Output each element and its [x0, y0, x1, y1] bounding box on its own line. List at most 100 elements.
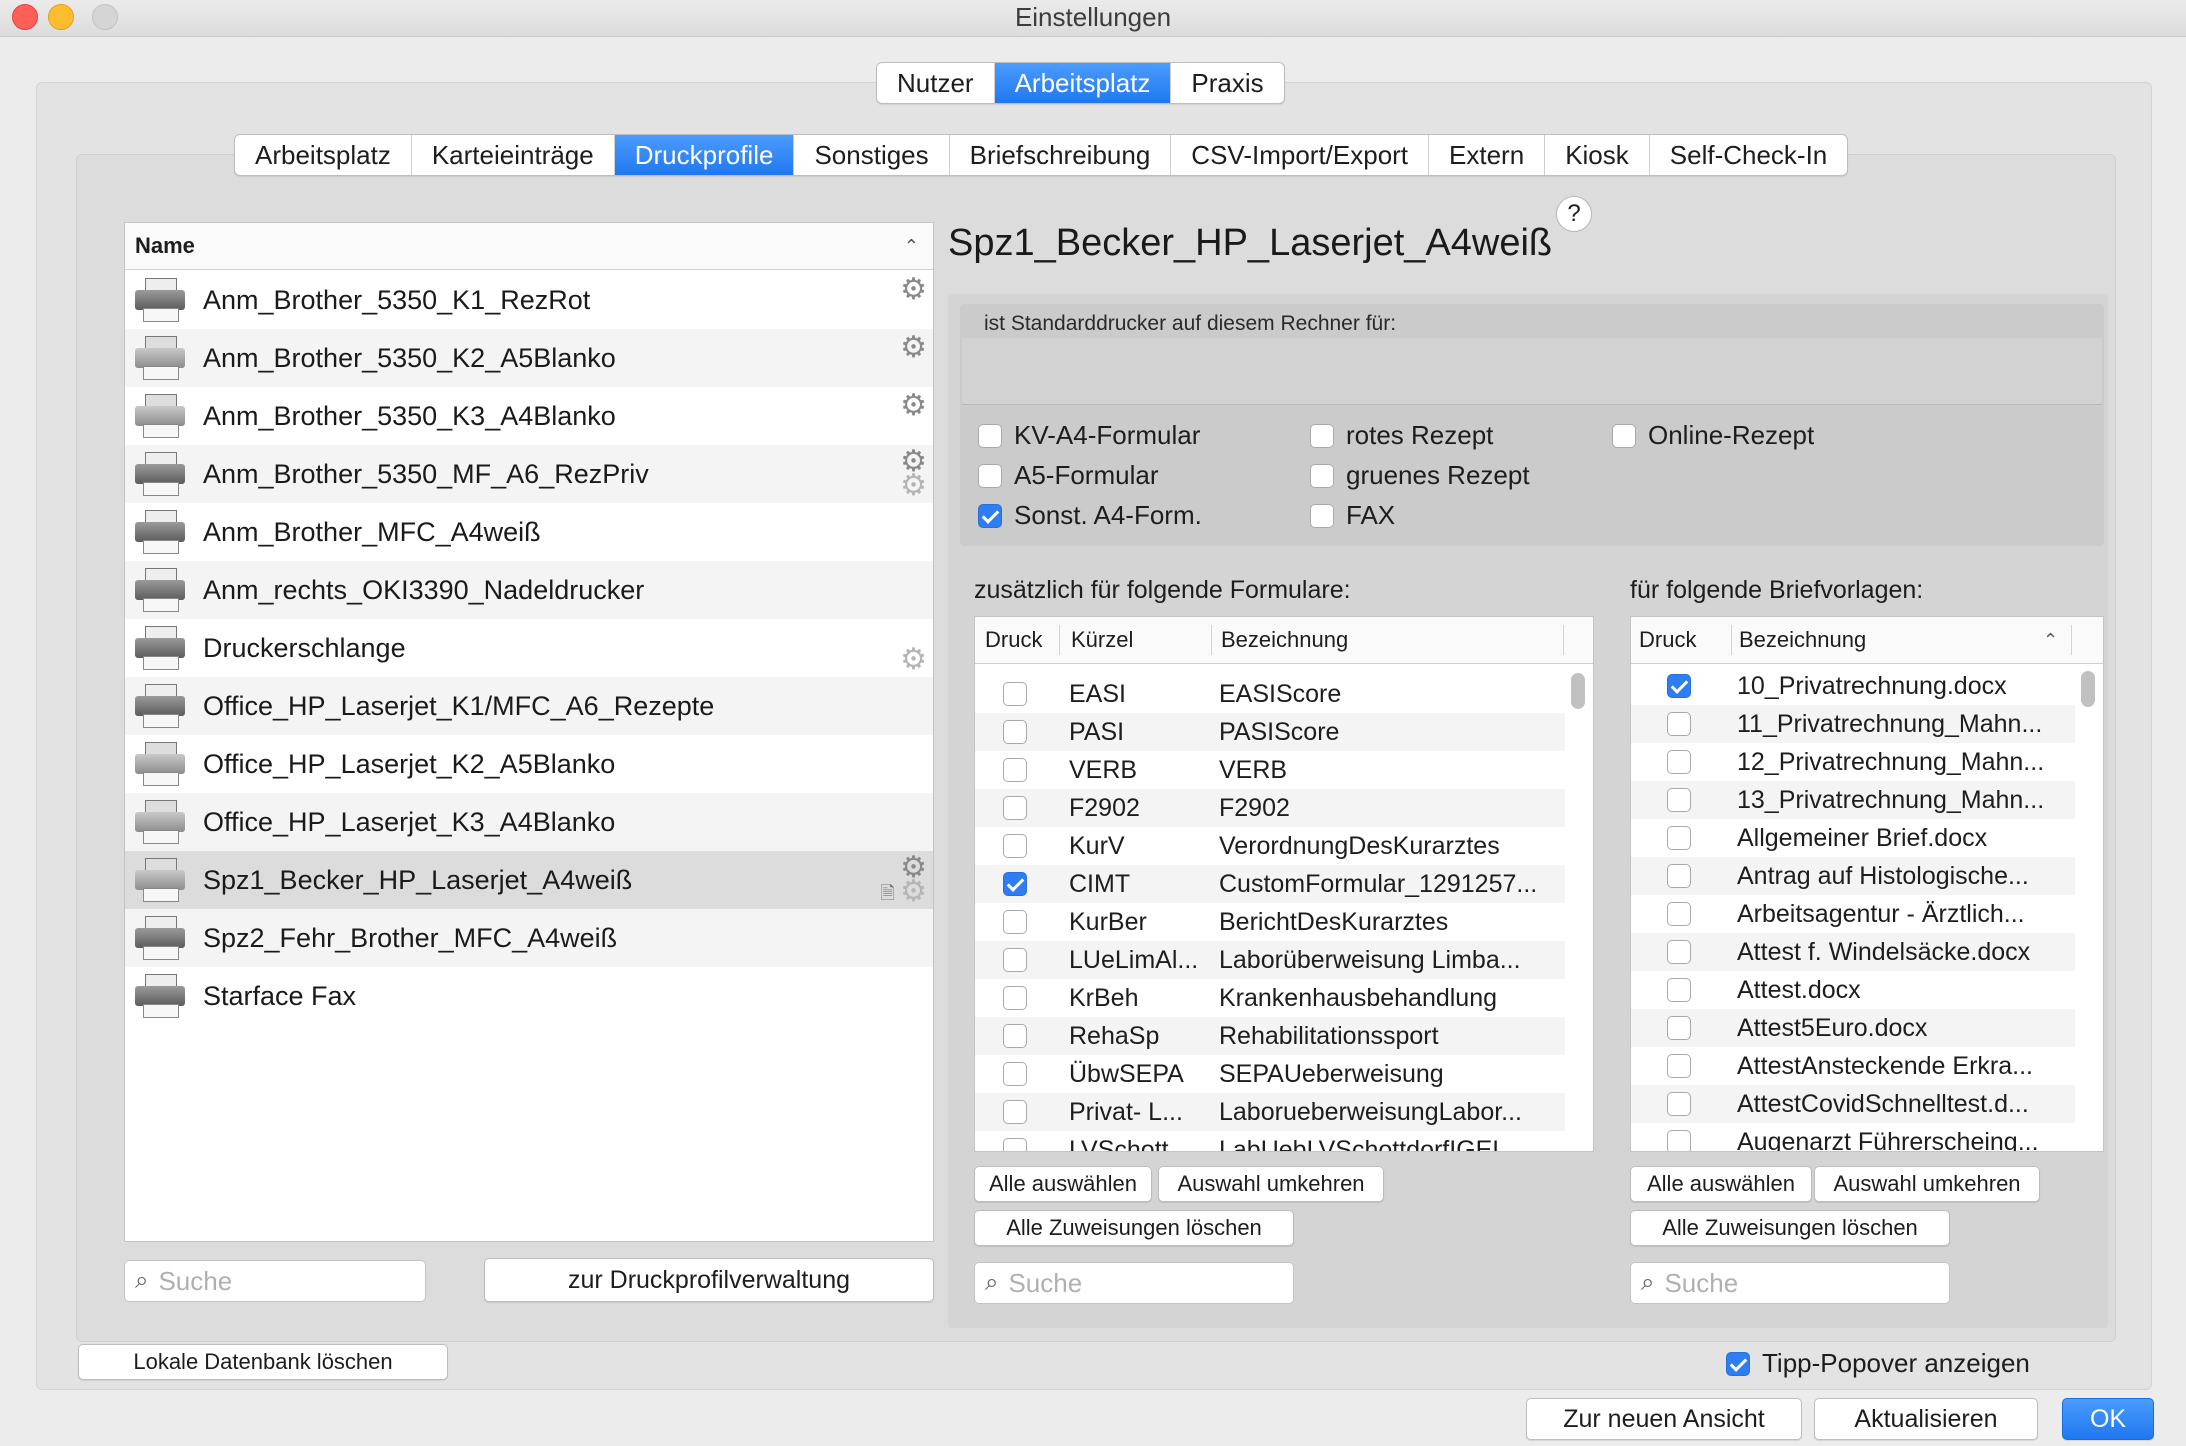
letters-row-checkbox[interactable] [1667, 674, 1691, 698]
letters-row[interactable]: Attest.docx [1631, 971, 2075, 1009]
forms-col-bezeichnung[interactable]: Bezeichnung [1221, 617, 1348, 663]
profile-list-header[interactable]: Name ⌃ [125, 223, 933, 270]
letters-col-bezeichnung[interactable]: Bezeichnung [1739, 617, 1866, 663]
forms-row-checkbox[interactable] [1003, 948, 1027, 972]
sub-tab-1[interactable]: Karteieinträge [412, 135, 615, 175]
profile-row[interactable]: Anm_Brother_5350_MF_A6_RezPriv ⚙ ⚙ [125, 445, 933, 503]
standard-option-checkbox[interactable] [1310, 463, 1334, 488]
letters-row-checkbox[interactable] [1667, 826, 1691, 850]
standard-option[interactable]: Sonst. A4-Form. [978, 500, 1202, 531]
forms-invert-button[interactable]: Auswahl umkehren [1158, 1166, 1384, 1202]
refresh-button[interactable]: Aktualisieren [1814, 1398, 2038, 1440]
standard-option[interactable]: rotes Rezept [1310, 420, 1493, 451]
forms-row-checkbox[interactable] [1003, 1024, 1027, 1048]
forms-col-kuerzel[interactable]: Kürzel [1071, 617, 1133, 663]
top-tab-0[interactable]: Nutzer [877, 63, 995, 103]
forms-row[interactable]: RehaSp Rehabilitationssport [975, 1017, 1565, 1055]
forms-row[interactable]: ÜbwSEPA SEPAUeberweisung [975, 1055, 1565, 1093]
profile-row[interactable]: Anm_Brother_5350_K3_A4Blanko ⚙ [125, 387, 933, 445]
profile-row[interactable]: Anm_Brother_MFC_A4weiß [125, 503, 933, 561]
standard-option[interactable]: KV-A4-Formular [978, 420, 1200, 451]
forms-row-checkbox[interactable] [1003, 1138, 1027, 1151]
tip-popover-checkbox[interactable] [1726, 1351, 1750, 1376]
letters-row[interactable]: Attest f. Windelsäcke.docx [1631, 933, 2075, 971]
sub-tab-6[interactable]: Extern [1429, 135, 1546, 175]
forms-row[interactable]: PASI PASIScore [975, 713, 1565, 751]
forms-scrollbar[interactable] [1571, 673, 1585, 709]
standard-option-checkbox[interactable] [978, 423, 1002, 448]
letters-row[interactable]: 13_Privatrechnung_Mahn... [1631, 781, 2075, 819]
forms-clear-button[interactable]: Alle Zuweisungen löschen [974, 1210, 1294, 1246]
letters-search-input[interactable]: ⌕ Suche [1630, 1262, 1950, 1304]
sub-tab-0[interactable]: Arbeitsplatz [235, 135, 412, 175]
profile-row[interactable]: Anm_Brother_5350_K1_RezRot ⚙ [125, 271, 933, 329]
forms-row-checkbox[interactable] [1003, 720, 1027, 744]
standard-option-checkbox[interactable] [1612, 423, 1636, 448]
letters-row-checkbox[interactable] [1667, 750, 1691, 774]
profile-row[interactable]: Anm_rechts_OKI3390_Nadeldrucker [125, 561, 933, 619]
profile-row[interactable]: Office_HP_Laserjet_K3_A4Blanko [125, 793, 933, 851]
letters-row[interactable]: 12_Privatrechnung_Mahn... [1631, 743, 2075, 781]
letters-row-checkbox[interactable] [1667, 788, 1691, 812]
letters-row-checkbox[interactable] [1667, 864, 1691, 888]
letters-select-all-button[interactable]: Alle auswählen [1630, 1166, 1812, 1202]
sub-tab-7[interactable]: Kiosk [1545, 135, 1650, 175]
letters-row[interactable]: AttestCovidSchnelltest.d... [1631, 1085, 2075, 1123]
forms-row[interactable]: Privat- L... LaborueberweisungLabor... [975, 1093, 1565, 1131]
letters-row-checkbox[interactable] [1667, 1054, 1691, 1078]
forms-row[interactable]: LUeLimAl... Laborüberweisung Limba... [975, 941, 1565, 979]
forms-search-input[interactable]: ⌕ Suche [974, 1262, 1294, 1304]
forms-row[interactable]: CIMT CustomFormular_1291257... [975, 865, 1565, 903]
profile-row[interactable]: Anm_Brother_5350_K2_A5Blanko ⚙ [125, 329, 933, 387]
manage-profiles-button[interactable]: zur Druckprofilverwaltung [484, 1258, 934, 1302]
standard-option[interactable]: Online-Rezept [1612, 420, 1814, 451]
forms-row-checkbox[interactable] [1003, 834, 1027, 858]
letters-row[interactable]: AttestAnsteckende Erkra... [1631, 1047, 2075, 1085]
sub-tab-8[interactable]: Self-Check-In [1650, 135, 1847, 175]
letters-row[interactable]: Allgemeiner Brief.docx [1631, 819, 2075, 857]
standard-option[interactable]: A5-Formular [978, 460, 1158, 491]
forms-row[interactable]: KurBer BerichtDesKurarztes [975, 903, 1565, 941]
letters-invert-button[interactable]: Auswahl umkehren [1814, 1166, 2040, 1202]
sub-tab-2[interactable]: Druckprofile [614, 135, 795, 175]
profile-row[interactable]: Office_HP_Laserjet_K1/MFC_A6_Rezepte [125, 677, 933, 735]
standard-option-checkbox[interactable] [978, 463, 1002, 488]
tip-popover-toggle[interactable]: Tipp-Popover anzeigen [1726, 1348, 2030, 1379]
forms-row-checkbox[interactable] [1003, 910, 1027, 934]
standard-option[interactable]: gruenes Rezept [1310, 460, 1530, 491]
forms-row-checkbox[interactable] [1003, 758, 1027, 782]
letters-row-checkbox[interactable] [1667, 712, 1691, 736]
help-button[interactable]: ? [1556, 196, 1592, 232]
sub-tab-3[interactable]: Sonstiges [794, 135, 950, 175]
forms-row[interactable]: VERB VERB [975, 751, 1565, 789]
profile-search-input[interactable]: ⌕ Suche [124, 1260, 426, 1302]
sub-tab-5[interactable]: CSV-Import/Export [1171, 135, 1430, 175]
standard-option[interactable]: FAX [1310, 500, 1395, 531]
forms-row[interactable]: F2902 F2902 [975, 789, 1565, 827]
profile-row[interactable]: Druckerschlange ⚙ [125, 619, 933, 677]
forms-row-checkbox[interactable] [1003, 1062, 1027, 1086]
forms-row[interactable]: KurV VerordnungDesKurarztes [975, 827, 1565, 865]
letters-row[interactable]: Arbeitsagentur - Ärztlich... [1631, 895, 2075, 933]
letters-row[interactable]: 10_Privatrechnung.docx [1631, 667, 2075, 705]
forms-row-checkbox[interactable] [1003, 682, 1027, 706]
letters-row[interactable]: Augenarzt Führerscheing... [1631, 1123, 2075, 1151]
forms-row[interactable]: KrBeh Krankenhausbehandlung [975, 979, 1565, 1017]
letters-row-checkbox[interactable] [1667, 1130, 1691, 1151]
letters-row-checkbox[interactable] [1667, 902, 1691, 926]
forms-row[interactable]: LVSchott LabUebLVSchottdorfIGEL [975, 1131, 1565, 1151]
forms-row-checkbox[interactable] [1003, 1100, 1027, 1124]
letters-row[interactable]: Attest5Euro.docx [1631, 1009, 2075, 1047]
sub-tab-4[interactable]: Briefschreibung [950, 135, 1172, 175]
letters-row-checkbox[interactable] [1667, 940, 1691, 964]
profile-row[interactable]: Starface Fax [125, 967, 933, 1025]
letters-row-checkbox[interactable] [1667, 1016, 1691, 1040]
letters-clear-button[interactable]: Alle Zuweisungen löschen [1630, 1210, 1950, 1246]
standard-option-checkbox[interactable] [1310, 503, 1334, 528]
new-view-button[interactable]: Zur neuen Ansicht [1526, 1398, 1802, 1440]
letters-row[interactable]: 11_Privatrechnung_Mahn... [1631, 705, 2075, 743]
forms-row-checkbox[interactable] [1003, 872, 1027, 896]
letters-scrollbar[interactable] [2081, 671, 2095, 707]
top-tab-2[interactable]: Praxis [1171, 63, 1283, 103]
standard-option-checkbox[interactable] [1310, 423, 1334, 448]
